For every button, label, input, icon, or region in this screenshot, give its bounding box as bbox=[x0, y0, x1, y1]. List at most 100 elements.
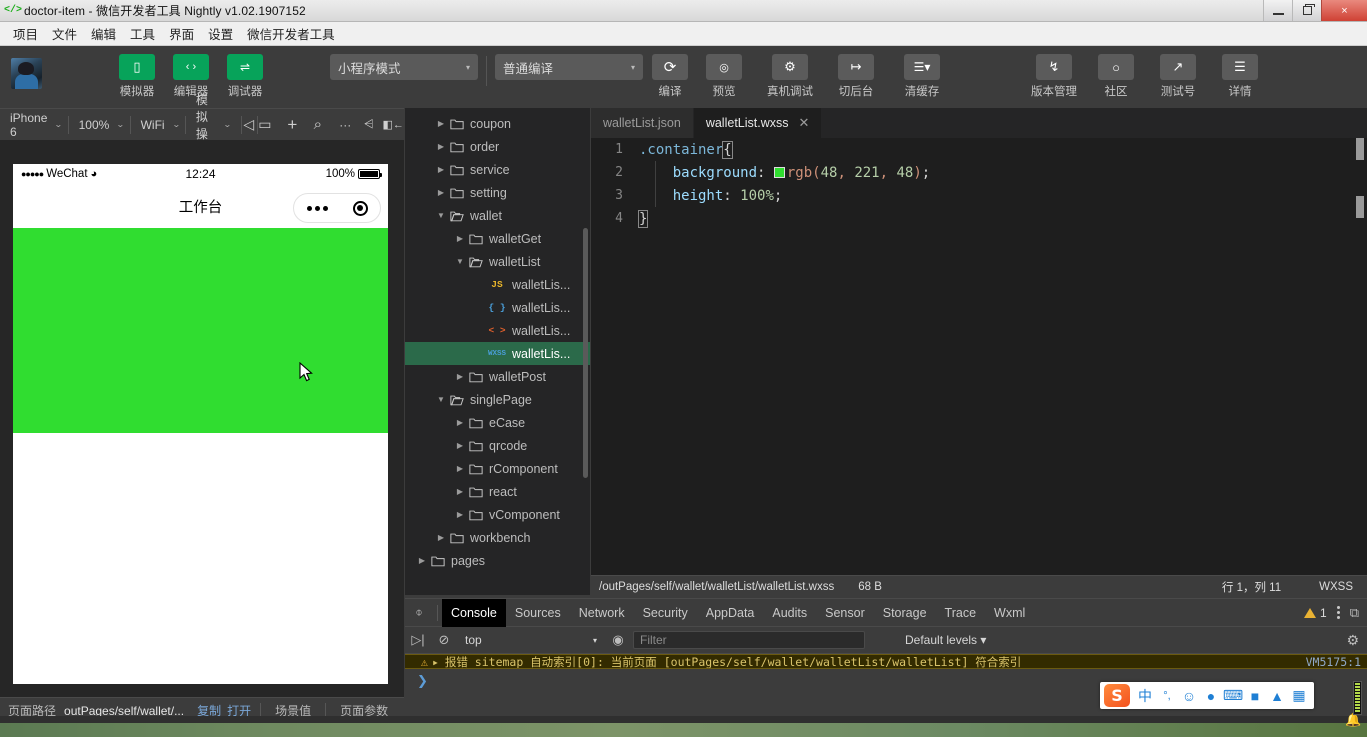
tree-item-service[interactable]: ▶ service bbox=[405, 158, 590, 181]
collapse-panel-icon[interactable]: ◧← bbox=[383, 109, 404, 141]
chevron-down-icon[interactable]: ▼ bbox=[434, 395, 448, 404]
dock-panel-icon[interactable]: ⧉ bbox=[1350, 605, 1359, 621]
console-warning-row[interactable]: ⚠ ▸ 报错 sitemap 自动索引[0]: 当前页面 [outPages/s… bbox=[405, 654, 1367, 669]
close-tab-icon[interactable]: ✕ bbox=[799, 115, 810, 131]
tab-audits[interactable]: Audits bbox=[763, 599, 816, 627]
preview-button[interactable]: ◎ 预览 bbox=[697, 54, 751, 99]
tree-item-walletlis[interactable]: { } walletLis... bbox=[405, 296, 590, 319]
tree-item-rcomponent[interactable]: ▶ rComponent bbox=[405, 457, 590, 480]
toggle-simulator-button[interactable]: ▯ 模拟器 bbox=[110, 54, 164, 99]
cursor-select-icon[interactable]: ⌽ bbox=[405, 599, 433, 627]
tree-item-wallet[interactable]: ▼ wallet bbox=[405, 204, 590, 227]
more-icon[interactable]: ··· bbox=[338, 109, 353, 141]
network-select[interactable]: WiFi ⌄ bbox=[131, 109, 186, 141]
zoom-select[interactable]: 100% ⌄ bbox=[69, 109, 130, 141]
capsule-button-group[interactable] bbox=[293, 193, 381, 223]
remote-debug-button[interactable]: ⚙ 真机调试 bbox=[763, 54, 817, 99]
chevron-right-icon[interactable]: ▶ bbox=[434, 188, 448, 197]
menu-item-file[interactable]: 文件 bbox=[45, 22, 84, 45]
tree-item-setting[interactable]: ▶ setting bbox=[405, 181, 590, 204]
chevron-down-icon[interactable]: ▼ bbox=[453, 257, 467, 266]
mode-select[interactable]: 小程序模式 ▾ bbox=[330, 54, 478, 80]
menu-item-project[interactable]: 项目 bbox=[6, 22, 45, 45]
maximize-button[interactable] bbox=[1292, 0, 1321, 21]
sogou-ime-logo[interactable]: S bbox=[1104, 684, 1130, 707]
warning-expand-icon[interactable]: ▸ bbox=[432, 655, 445, 668]
chevron-right-icon[interactable]: ▶ bbox=[415, 556, 429, 565]
chevron-right-icon[interactable]: ▶ bbox=[434, 119, 448, 128]
chevron-right-icon[interactable]: ▶ bbox=[434, 533, 448, 542]
toggle-debugger-button[interactable]: ⇌ 调试器 bbox=[218, 54, 272, 99]
tree-item-ecase[interactable]: ▶ eCase bbox=[405, 411, 590, 434]
background-button[interactable]: ↦ 切后台 bbox=[829, 54, 883, 99]
tree-item-walletget[interactable]: ▶ walletGet bbox=[405, 227, 590, 250]
tab-appdata[interactable]: AppData bbox=[697, 599, 764, 627]
compile-button[interactable]: ⟳ 编译 bbox=[643, 54, 697, 99]
soft-keyboard-icon[interactable]: ⌨ bbox=[1222, 684, 1244, 707]
execute-icon[interactable]: ▷| bbox=[405, 627, 431, 654]
chevron-down-icon[interactable]: ▼ bbox=[434, 211, 448, 220]
screen-icon[interactable]: ▭ bbox=[257, 109, 272, 141]
status-badge[interactable]: 1 bbox=[1304, 606, 1327, 620]
tree-item-walletlis[interactable]: < > walletLis... bbox=[405, 319, 590, 342]
tree-item-react[interactable]: ▶ react bbox=[405, 480, 590, 503]
tab-trace[interactable]: Trace bbox=[936, 599, 986, 627]
tree-item-vcomponent[interactable]: ▶ vComponent bbox=[405, 503, 590, 526]
tab-console[interactable]: Console bbox=[442, 598, 506, 627]
tree-item-singlepage[interactable]: ▼ singlePage bbox=[405, 388, 590, 411]
close-button[interactable]: × bbox=[1321, 0, 1367, 21]
toolbox-icon[interactable]: ▦ bbox=[1288, 684, 1310, 707]
tab-network[interactable]: Network bbox=[570, 599, 634, 627]
tab-storage[interactable]: Storage bbox=[874, 599, 936, 627]
chevron-right-icon[interactable]: ▶ bbox=[434, 165, 448, 174]
skin-icon[interactable]: ▲ bbox=[1266, 684, 1288, 707]
version-control-button[interactable]: ↯ 版本管理 bbox=[1027, 54, 1081, 99]
language-mode[interactable]: WXSS bbox=[1319, 581, 1353, 593]
voice-input-icon[interactable]: ● bbox=[1200, 684, 1222, 707]
tree-item-walletlis[interactable]: JS walletLis... bbox=[405, 273, 590, 296]
add-icon[interactable]: + bbox=[285, 109, 300, 141]
chevron-right-icon[interactable]: ▶ bbox=[453, 510, 467, 519]
editor-tab-walletlist-json[interactable]: walletList.json bbox=[591, 108, 694, 138]
log-levels-select[interactable]: Default levels ▾ bbox=[905, 633, 986, 647]
tree-item-workbench[interactable]: ▶ workbench bbox=[405, 526, 590, 549]
chevron-right-icon[interactable]: ▶ bbox=[453, 372, 467, 381]
editor-tab-walletlist-wxss[interactable]: walletList.wxss ✕ bbox=[693, 108, 823, 138]
tree-item-qrcode[interactable]: ▶ qrcode bbox=[405, 434, 590, 457]
mock-action-select[interactable]: 模拟操作 ⌄ bbox=[186, 93, 237, 158]
details-button[interactable]: ☰ 详情 bbox=[1213, 54, 1267, 99]
tab-security[interactable]: Security bbox=[634, 599, 697, 627]
minimize-button[interactable] bbox=[1263, 0, 1292, 21]
tree-item-walletlis[interactable]: WXSS walletLis... bbox=[405, 342, 590, 365]
chevron-right-icon[interactable]: ▶ bbox=[453, 418, 467, 427]
menu-item-settings[interactable]: 设置 bbox=[201, 22, 240, 45]
avatar[interactable] bbox=[11, 58, 42, 89]
chevron-right-icon[interactable]: ▶ bbox=[453, 234, 467, 243]
menu-item-devtools[interactable]: 微信开发者工具 bbox=[240, 22, 342, 45]
tab-sources[interactable]: Sources bbox=[506, 599, 570, 627]
mute-icon[interactable]: ◁ bbox=[241, 109, 256, 141]
clear-cache-button[interactable]: ☰▾ 清缓存 bbox=[895, 54, 949, 99]
search-icon[interactable]: ⌕ bbox=[310, 109, 325, 141]
device-select[interactable]: iPhone 6 ⌄ bbox=[0, 109, 68, 141]
file-tree-scrollbar[interactable] bbox=[583, 228, 588, 478]
editor-scrollbar[interactable] bbox=[1353, 138, 1367, 575]
menu-item-tools[interactable]: 工具 bbox=[123, 22, 162, 45]
more-dots-icon[interactable] bbox=[306, 205, 328, 211]
warning-source[interactable]: VM5175:1 bbox=[1306, 655, 1367, 668]
tree-item-walletpost[interactable]: ▶ walletPost bbox=[405, 365, 590, 388]
tree-item-pages[interactable]: ▶ pages bbox=[405, 549, 590, 572]
ime-toolbar[interactable]: S 中 °, ☺ ● ⌨ ■ ▲ ▦ bbox=[1100, 682, 1314, 709]
compare-icon[interactable]: ⩤ bbox=[361, 109, 376, 141]
menu-item-interface[interactable]: 界面 bbox=[162, 22, 201, 45]
compile-select[interactable]: 普通编译 ▾ bbox=[495, 54, 643, 80]
gear-icon[interactable]: ⚙ bbox=[1346, 632, 1359, 649]
chevron-right-icon[interactable]: ▶ bbox=[453, 487, 467, 496]
clear-console-icon[interactable]: ⊘ bbox=[431, 627, 457, 654]
tab-sensor[interactable]: Sensor bbox=[816, 599, 874, 627]
filter-input[interactable]: Filter bbox=[633, 631, 865, 649]
chevron-right-icon[interactable]: ▶ bbox=[453, 464, 467, 473]
tree-item-order[interactable]: ▶ order bbox=[405, 135, 590, 158]
chevron-right-icon[interactable]: ▶ bbox=[434, 142, 448, 151]
tab-wxml[interactable]: Wxml bbox=[985, 599, 1034, 627]
